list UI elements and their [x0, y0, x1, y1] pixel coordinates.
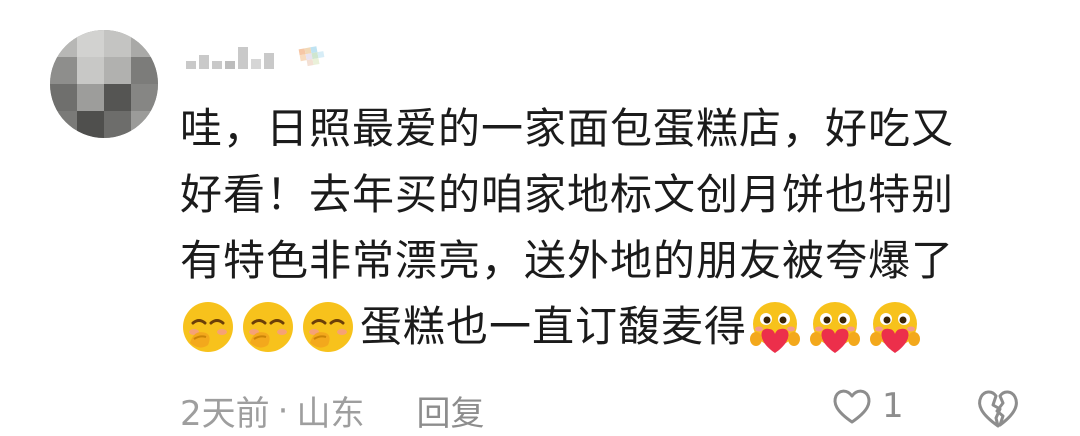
dislike-button[interactable] — [974, 386, 1022, 434]
comment-meta: 2天前 · 山东 回复 — [180, 386, 484, 435]
reply-button[interactable]: 回复 — [416, 386, 484, 435]
like-button[interactable]: 1 — [830, 386, 904, 426]
avatar[interactable] — [50, 30, 158, 138]
comment-body: 哇，日照最爱的一家面包蛋糕店，好吃又 好看！去年买的咱家地标文创月饼也特别 有特… — [180, 96, 1060, 360]
heart-hug-face-icon — [807, 299, 863, 355]
broken-heart-icon — [978, 390, 1018, 428]
comment-line: 好看！去年买的咱家地标文创月饼也特别 — [180, 170, 955, 219]
username[interactable] — [186, 36, 328, 76]
giggle-face-icon — [180, 299, 236, 355]
heart-outline-icon — [833, 389, 871, 424]
heart-hug-face-icon — [867, 299, 923, 355]
comment-line: 哇，日照最爱的一家面包蛋糕店，好吃又 — [180, 104, 955, 153]
heart-hug-face-icon — [747, 299, 803, 355]
giggle-face-icon — [240, 299, 296, 355]
rainbow-badge-icon — [298, 46, 325, 67]
comment-line-text: 蛋糕也一直订馥麦得 — [360, 302, 748, 351]
comment-location: 山东 — [296, 394, 365, 434]
comment-line: 有特色非常漂亮，送外地的朋友被夸爆了 — [180, 236, 955, 285]
comment-last-line: 蛋糕也一直订馥麦得 — [180, 294, 1060, 360]
comment-time: 2天前 — [180, 394, 270, 434]
comment-item: 哇，日照最爱的一家面包蛋糕店，好吃又 好看！去年买的咱家地标文创月饼也特别 有特… — [0, 0, 1080, 436]
giggle-face-icon — [300, 299, 356, 355]
username-mosaic — [186, 43, 274, 69]
like-count: 1 — [882, 386, 904, 426]
meta-separator: · — [277, 390, 289, 431]
